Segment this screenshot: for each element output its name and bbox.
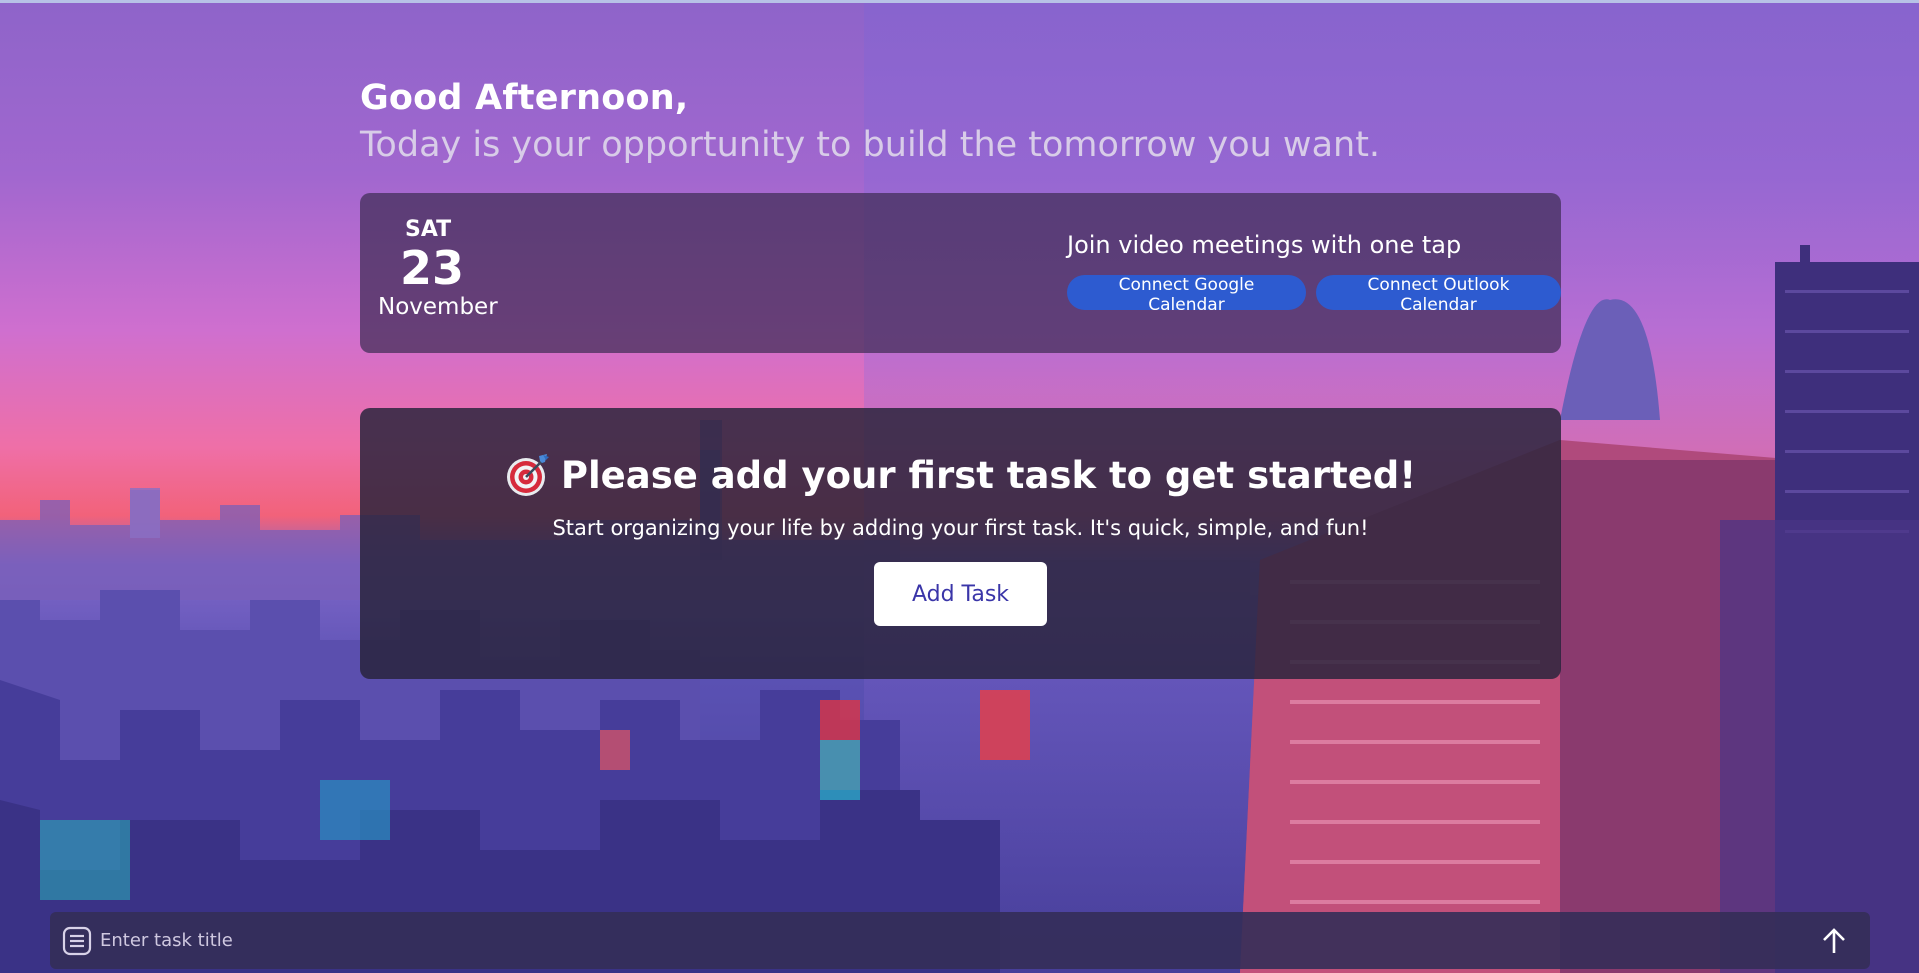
task-prompt-description: Start organizing your life by adding you… bbox=[552, 516, 1369, 540]
greeting-title: Good Afternoon, bbox=[360, 78, 689, 118]
date-month: November bbox=[378, 294, 498, 320]
greeting-section: Good Afternoon, Today is your opportunit… bbox=[360, 76, 1380, 170]
submit-task-button[interactable] bbox=[1814, 921, 1854, 961]
date-weekday: SAT bbox=[405, 217, 452, 242]
greeting-subtitle: Today is your opportunity to build the t… bbox=[360, 125, 1381, 165]
add-task-button[interactable]: Add Task bbox=[874, 562, 1047, 626]
connect-google-calendar-button[interactable]: Connect Google Calendar bbox=[1067, 275, 1306, 315]
arrow-up-icon bbox=[1823, 927, 1845, 953]
window-top-edge bbox=[0, 0, 1919, 3]
task-heading: Please add your first task to get starte… bbox=[360, 452, 1561, 498]
task-prompt-title: Please add your first task to get starte… bbox=[560, 453, 1417, 497]
task-input-bar bbox=[50, 912, 1870, 969]
connect-outlook-calendar-button[interactable]: Connect Outlook Calendar bbox=[1316, 275, 1561, 315]
date-card: SAT 23 November Join video meetings with… bbox=[360, 193, 1561, 353]
first-task-card: Please add your first task to get starte… bbox=[360, 408, 1561, 679]
target-icon bbox=[506, 454, 549, 496]
video-meetings-title: Join video meetings with one tap bbox=[1067, 231, 1462, 259]
note-icon bbox=[62, 926, 92, 955]
calendar-connect-buttons: Connect Google Calendar Connect Outlook … bbox=[1067, 275, 1561, 315]
date-display: SAT 23 November bbox=[378, 217, 498, 320]
date-number: 23 bbox=[400, 241, 465, 295]
video-meetings-section: Join video meetings with one tap Connect… bbox=[1067, 231, 1561, 315]
task-title-input[interactable] bbox=[92, 912, 1814, 969]
